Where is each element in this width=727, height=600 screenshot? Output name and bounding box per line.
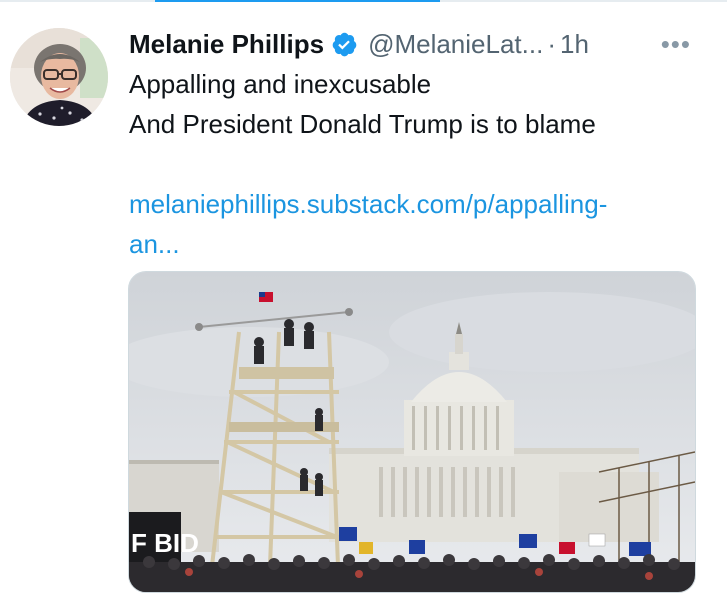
photo-icon: F BID [129, 272, 695, 592]
verified-badge-icon [331, 31, 358, 58]
display-name[interactable]: Melanie Phillips [129, 29, 324, 60]
tweet-link[interactable]: melaniephillips.substack.com/p/appalling… [129, 184, 607, 264]
tweet-text-line: And President Donald Trump is to blame [129, 109, 596, 139]
avatar[interactable] [10, 28, 108, 126]
separator-dot: · [547, 28, 556, 59]
tweet-text: Appalling and inexcusable And President … [129, 64, 709, 144]
more-options-icon[interactable]: ••• [661, 29, 691, 60]
avatar-image [10, 28, 108, 126]
timestamp[interactable]: 1h [560, 29, 589, 60]
top-divider [0, 0, 727, 2]
media-card[interactable]: F BID [128, 271, 696, 593]
tweet-text-line: Appalling and inexcusable [129, 69, 432, 99]
banner-text: F BID [131, 528, 199, 558]
tweet-header: Melanie Phillips @MelanieLat... · 1h ••• [129, 24, 709, 64]
handle[interactable]: @MelanieLat... [368, 29, 543, 60]
tweet-body: Melanie Phillips @MelanieLat... · 1h •••… [129, 24, 709, 264]
